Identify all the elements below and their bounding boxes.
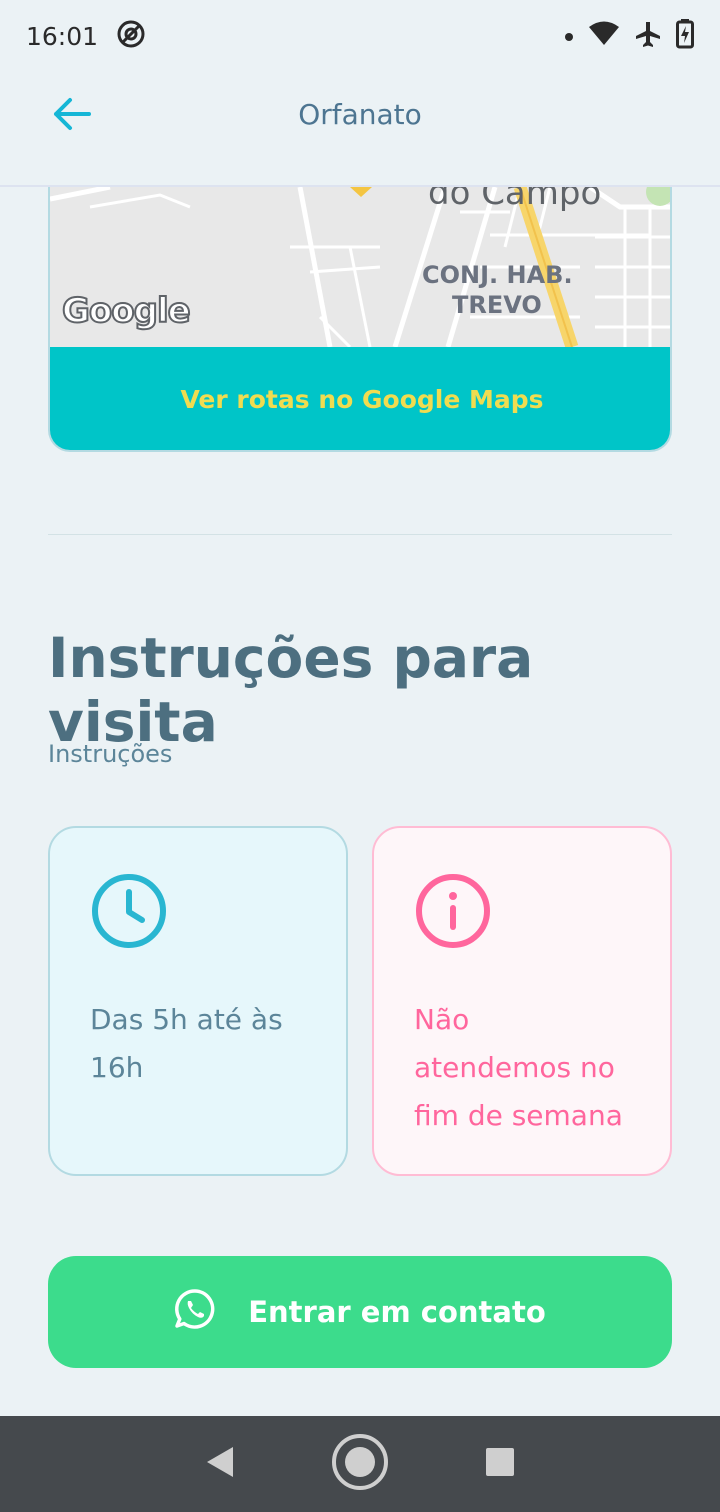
- app-header: Orfanato: [0, 72, 720, 187]
- contact-button[interactable]: Entrar em contato: [48, 1256, 672, 1368]
- system-nav-bar: [0, 1416, 720, 1512]
- map-label-trevo: TREVO: [452, 291, 542, 319]
- route-button-label: Ver rotas no Google Maps: [180, 385, 544, 414]
- map-label-conj: CONJ. HAB.: [422, 261, 573, 289]
- weekend-card: Não atendemos no fim de semana: [372, 826, 672, 1176]
- battery-charging-icon: [676, 19, 694, 53]
- divider: [48, 534, 672, 535]
- hours-text: Das 5h até às 16h: [90, 1003, 283, 1084]
- status-time: 16:01: [26, 21, 99, 51]
- dot-icon: [564, 27, 574, 46]
- contact-button-label: Entrar em contato: [248, 1295, 546, 1329]
- info-icon: [414, 874, 492, 954]
- at-sign-icon: [116, 19, 146, 53]
- back-triangle-icon: [205, 1445, 235, 1483]
- weekend-text: Não atendemos no fim de semana: [414, 1003, 623, 1132]
- nav-home-button[interactable]: [330, 1434, 390, 1494]
- hours-card: Das 5h até às 16h: [48, 826, 348, 1176]
- section-subtitle: Instruções: [48, 740, 173, 768]
- google-logo: Google: [61, 290, 192, 332]
- nav-back-button[interactable]: [190, 1434, 250, 1494]
- status-bar: 16:01: [0, 0, 720, 72]
- back-button[interactable]: [50, 94, 94, 138]
- map-label-area: do Campo: [428, 187, 602, 213]
- wifi-icon: [588, 21, 620, 51]
- whatsapp-icon: [174, 1288, 216, 1337]
- map-card: do Campo CONJ. HAB. TREVO Google Ver rot…: [48, 187, 672, 452]
- airplane-icon: [634, 20, 662, 52]
- section-title: Instruções para visita: [48, 626, 534, 754]
- home-circle-icon: [331, 1433, 389, 1495]
- page-title: Orfanato: [298, 98, 422, 131]
- map-view[interactable]: do Campo CONJ. HAB. TREVO Google: [50, 187, 670, 350]
- arrow-left-icon: [53, 97, 91, 135]
- recents-square-icon: [485, 1447, 515, 1481]
- nav-recents-button[interactable]: [470, 1434, 530, 1494]
- route-button[interactable]: Ver rotas no Google Maps: [50, 347, 670, 450]
- clock-icon: [90, 874, 168, 954]
